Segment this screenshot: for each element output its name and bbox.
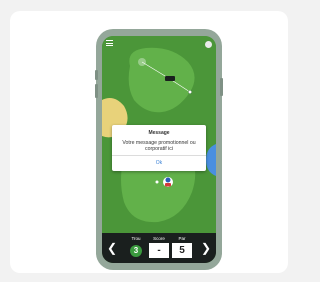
app-screen: Message Votre message promotionnel ou co… [102,36,216,263]
message-dialog: Message Votre message promotionnel ou co… [112,125,206,171]
par-value: 5 [172,243,192,258]
scorecard-bar: ❮ Trou 3 Score - Par 5 ❯ [102,233,216,263]
par-column: Par 5 [172,236,192,259]
dialog-ok-button[interactable]: Ok [112,158,206,168]
distance-badge [165,76,175,81]
phone-side-button [95,70,98,80]
score-column[interactable]: Score - [149,236,169,259]
dialog-divider [112,155,206,156]
phone-side-button [95,84,98,98]
hole-header: Trou [131,236,141,241]
chevron-right-icon[interactable]: ❯ [201,242,211,254]
menu-icon[interactable] [106,40,113,46]
score-value[interactable]: - [149,243,169,258]
ball [155,180,159,184]
dialog-title: Message [148,130,170,136]
ball-marker [187,89,193,95]
score-header: Score [153,236,165,241]
hole-value-box: 3 [126,243,146,258]
settings-icon[interactable] [205,41,212,48]
par-header: Par [178,236,186,241]
hole-column: Trou 3 [126,236,146,259]
hole-number: 3 [130,245,142,257]
golfer-icon [163,177,173,187]
dialog-message: Votre message promotionnel ou corporatif… [122,140,196,153]
phone-side-button [220,78,223,96]
chevron-left-icon[interactable]: ❮ [107,242,117,254]
